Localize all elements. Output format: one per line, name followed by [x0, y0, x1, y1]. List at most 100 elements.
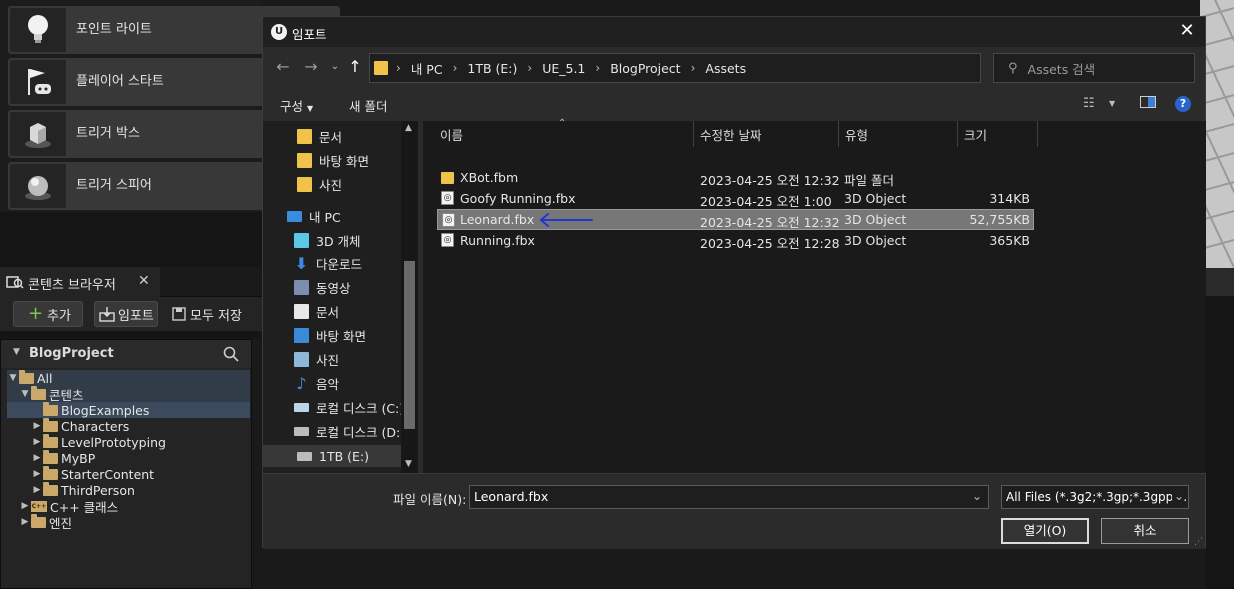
nav-item-pictures[interactable]: 사진 [294, 348, 339, 370]
sources-header[interactable]: ▼ BlogProject [1, 340, 251, 368]
column-divider[interactable] [838, 121, 839, 147]
tree-item-cpp-classes[interactable]: ▶ C++ C++ 클래스 [7, 498, 250, 515]
tree-item-mybp[interactable]: ▶ MyBP [7, 449, 250, 466]
collapse-icon: ▼ [13, 347, 20, 357]
nav-item-drive-e[interactable]: 1TB (E:) [263, 445, 401, 467]
chevron-down-icon[interactable]: ⌄ [972, 489, 982, 503]
search-icon[interactable] [223, 346, 239, 362]
column-divider[interactable] [693, 121, 694, 147]
nav-item-label: 바탕 화면 [316, 328, 366, 344]
import-icon [99, 307, 115, 322]
tree-item-startercontent[interactable]: ▶ StarterContent [7, 465, 250, 482]
folder-open-icon [19, 369, 34, 384]
file-name: Leonard.fbx [460, 212, 535, 227]
breadcrumb-drive[interactable]: 1TB (E:) [467, 61, 517, 76]
folder-icon [43, 417, 58, 432]
tree-item-label: Characters [61, 418, 130, 434]
nav-item-label: 로컬 디스크 (C:) [316, 400, 405, 416]
tree-item-thirdperson[interactable]: ▶ ThirdPerson [7, 481, 250, 498]
preview-pane-icon[interactable] [1140, 96, 1156, 112]
breadcrumb-blogproject[interactable]: BlogProject [610, 61, 680, 76]
tree-item-levelprototyping[interactable]: ▶ LevelPrototyping [7, 433, 250, 450]
nav-scrollbar[interactable]: ▲ ▼ [401, 121, 418, 473]
pictures-icon [294, 351, 309, 367]
new-folder-button[interactable]: 새 폴더 [349, 96, 387, 115]
close-icon[interactable]: ✕ [138, 273, 150, 289]
chevron-right-icon: › [452, 61, 458, 75]
scroll-down-icon[interactable]: ▼ [405, 459, 412, 469]
tree-item-engine[interactable]: ▶ 엔진 [7, 513, 250, 531]
nav-item-label: 문서 [316, 304, 340, 320]
save-all-button[interactable]: 모두 저장 [172, 301, 262, 327]
help-icon[interactable]: ? [1175, 96, 1191, 112]
folder-icon [297, 128, 312, 144]
cancel-button[interactable]: 취소 [1101, 518, 1189, 544]
nav-item-drive-d[interactable]: 로컬 디스크 (D:) [294, 420, 405, 442]
add-button[interactable]: + 추가 [13, 301, 83, 327]
nav-item-documents-quick[interactable]: 문서 [297, 125, 342, 147]
filename-input[interactable]: Leonard.fbx ⌄ [469, 485, 989, 509]
resize-grip-icon[interactable]: ⋰ [1194, 537, 1203, 547]
nav-item-my-pc[interactable]: 내 PC [287, 205, 341, 227]
file-row[interactable]: XBot.fbm 2023-04-25 오전 12:32 파일 폴더 [437, 167, 1034, 188]
column-type[interactable]: 유형 [845, 125, 868, 144]
chevron-right-icon: › [396, 61, 401, 75]
chevron-down-icon[interactable]: ▼ [1109, 99, 1115, 108]
tree-item-content[interactable]: ▼ 콘텐츠 [7, 385, 250, 403]
file-name: Running.fbx [460, 233, 535, 248]
scroll-up-icon[interactable]: ▲ [405, 123, 412, 133]
file-row[interactable]: ◎ Running.fbx 2023-04-25 오전 12:28 3D Obj… [437, 230, 1034, 251]
column-size[interactable]: 크기 [964, 125, 987, 144]
tree-item-all[interactable]: ▼ All [7, 369, 250, 386]
breadcrumb-my-pc[interactable]: 내 PC [411, 59, 443, 78]
nav-item-videos[interactable]: 동영상 [294, 276, 351, 298]
breadcrumb-assets[interactable]: Assets [705, 61, 746, 76]
content-browser-tabbar: 콘텐츠 브라우저 ✕ [0, 267, 262, 297]
scroll-thumb[interactable] [404, 261, 415, 429]
tree-item-blogexamples[interactable]: BlogExamples [7, 401, 250, 418]
back-arrow-icon[interactable]: ← [273, 57, 293, 77]
tree-item-label: StarterContent [61, 466, 155, 482]
nav-item-3d-objects[interactable]: 3D 개체 [294, 229, 361, 251]
drive-icon [294, 426, 309, 436]
nav-item-pictures-quick[interactable]: 사진 [297, 173, 342, 195]
tree-item-characters[interactable]: ▶ Characters [7, 417, 250, 434]
3d-objects-icon [294, 232, 309, 248]
file-type: 3D Object [844, 233, 907, 248]
nav-item-music[interactable]: ♪ 음악 [294, 372, 339, 394]
address-bar[interactable]: › 내 PC › 1TB (E:) › UE_5.1 › BlogProject… [369, 53, 1073, 83]
tab-content-browser[interactable]: 콘텐츠 브라우저 ✕ [0, 267, 160, 297]
breadcrumb-ue51[interactable]: UE_5.1 [542, 61, 585, 76]
tree-item-label: 엔진 [49, 515, 73, 531]
column-divider[interactable] [1037, 121, 1038, 147]
view-options-icon[interactable]: ☷ [1083, 96, 1095, 111]
column-name[interactable]: 이름 [440, 125, 463, 144]
column-date[interactable]: 수정한 날짜 [700, 125, 761, 144]
file-type: 3D Object [844, 212, 907, 227]
file-list-header: ⌃ 이름 수정한 날짜 유형 크기 [423, 118, 1206, 147]
import-button[interactable]: 임포트 [94, 301, 158, 327]
forward-arrow-icon[interactable]: → [301, 57, 321, 77]
nav-item-drive-c[interactable]: 로컬 디스크 (C:) [294, 396, 404, 418]
open-button[interactable]: 열기(O) [1001, 518, 1089, 544]
nav-item-desktop[interactable]: 바탕 화면 [294, 324, 366, 346]
organize-button[interactable]: 구성 ▼ [280, 96, 313, 115]
filetype-select[interactable]: All Files (*.3g2;*.3gp;*.3gpp;*.3 ⌄ [1001, 485, 1189, 509]
nav-item-documents[interactable]: 문서 [294, 300, 339, 322]
dialog-titlebar[interactable]: U 임포트 ✕ [263, 17, 1205, 47]
search-input[interactable]: ⚲ Assets 검색 [993, 53, 1195, 83]
collapsed-arrow-icon: ▶ [33, 437, 41, 447]
nav-item-label: 다운로드 [316, 256, 363, 272]
plus-icon: + [28, 303, 44, 324]
nav-item-downloads[interactable]: ⬇ 다운로드 [294, 252, 362, 274]
history-chevron-icon[interactable]: ⌄ [325, 57, 345, 77]
up-arrow-icon[interactable]: ↑ [345, 57, 365, 77]
unreal-logo-icon: U [271, 24, 287, 40]
chevron-right-icon: › [690, 61, 696, 75]
nav-item-desktop-quick[interactable]: 바탕 화면 [297, 149, 369, 171]
column-divider[interactable] [957, 121, 958, 147]
file-row-selected[interactable]: ◎ Leonard.fbx 2023-04-25 오전 12:32 3D Obj… [437, 209, 1034, 230]
close-icon[interactable]: ✕ [1177, 20, 1197, 41]
folder-icon [43, 465, 58, 480]
file-row[interactable]: ◎ Goofy Running.fbx 2023-04-25 오전 1:00 3… [437, 188, 1034, 209]
